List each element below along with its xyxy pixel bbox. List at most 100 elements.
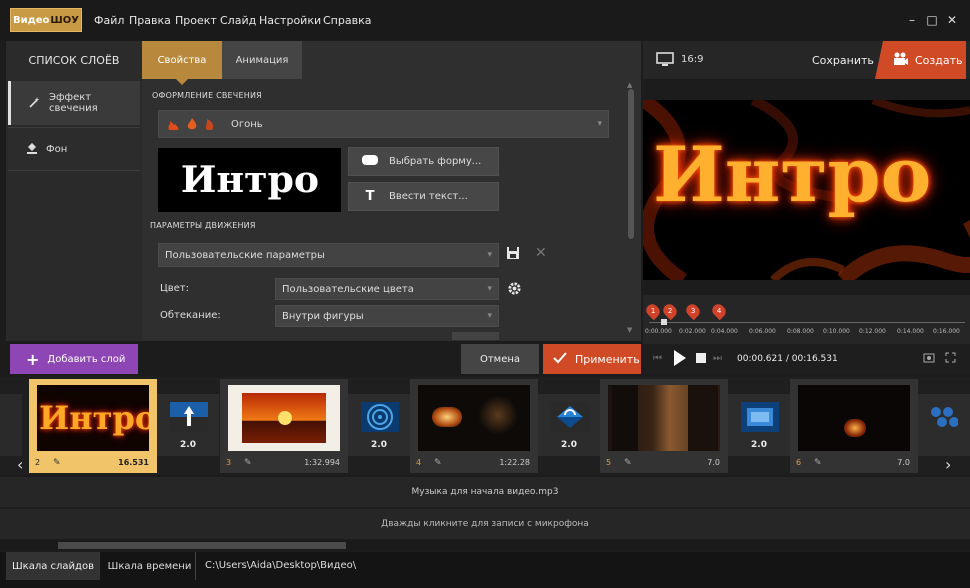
stop-icon[interactable] [696,353,706,363]
fire-icons [167,117,217,131]
layer-item-background[interactable]: Фон [8,127,140,171]
timeline-scrollbar-thumb[interactable] [58,542,346,549]
plus-icon: + [26,349,40,369]
add-layer-button[interactable]: + Добавить слой [10,344,138,374]
slide-thumbnail [608,385,720,451]
transition-arrow-icon [170,402,208,432]
menu-settings[interactable]: Настройки [259,14,321,27]
menu-project[interactable]: Проект [175,14,217,27]
slide-card[interactable]: 3 ✎ 1:32.994 [220,379,348,473]
glow-shape-text: Интро [180,159,319,201]
tab-animation[interactable]: Анимация [222,41,302,79]
hidden-field-edge [452,332,499,340]
app-logo: Видео ШОУ [10,8,82,32]
time-readout: 00:00.621 / 00:16.531 [737,354,838,364]
tick-label: 0:12.000 [859,328,886,335]
layer-item-glow[interactable]: Эффект свечения [8,81,140,125]
properties-scrollbar[interactable] [628,89,634,239]
transition-item[interactable]: 2.0 [348,394,410,456]
motion-preset-dropdown[interactable]: Пользовательские параметры [158,243,499,267]
hexagon-pattern-icon [931,407,958,427]
transition-duration: 2.0 [751,440,767,450]
music-track-label: Музыка для начала видео.mp3 [411,487,559,497]
slide-card[interactable]: 6 ✎ 7.0 [790,379,918,473]
apply-button[interactable]: Применить [543,344,641,374]
next-slide-edge [918,394,970,456]
save-preset-icon[interactable] [506,246,520,263]
menu-edit[interactable]: Правка [129,14,171,27]
aspect-ratio[interactable]: 16:9 [681,54,703,65]
glow-section-title: ОФОРМЛЕНИЕ СВЕЧЕНИЯ [152,91,262,100]
minimize-button[interactable]: – [905,13,919,27]
slide-thumbnail: Интро [37,385,149,451]
edit-pencil-icon[interactable]: ✎ [244,458,252,468]
tick-label: 0:02.000 [679,328,706,335]
maximize-button[interactable]: □ [925,13,939,27]
mic-track-label: Дважды кликните для записи с микрофона [381,519,589,529]
motion-preset-value: Пользовательские параметры [165,249,325,261]
tab-properties[interactable]: Свойства [142,41,222,85]
slide-number: 5 [606,458,612,467]
scroll-down-icon[interactable]: ▼ [627,326,632,334]
video-preview[interactable]: Интро [643,100,970,280]
marker-2[interactable]: 2 [660,301,680,321]
flow-dropdown[interactable]: Внутри фигуры [275,305,499,327]
tick-label: 0:14.000 [897,328,924,335]
play-icon[interactable] [673,349,687,370]
transition-item[interactable]: 2.0 [728,394,790,456]
fullscreen-icon[interactable] [945,352,956,366]
wand-icon [29,96,41,111]
edit-pencil-icon[interactable]: ✎ [434,458,442,468]
layer-label-glow: Эффект свечения [49,92,98,114]
tick-label: 0:16.000 [933,328,960,335]
snapshot-camera-icon[interactable] [923,352,935,366]
edit-pencil-icon[interactable]: ✎ [53,458,61,468]
marker-1[interactable]: 1 [643,301,663,321]
choose-shape-button[interactable]: Выбрать форму... [348,147,499,176]
close-button[interactable]: ✕ [945,13,959,27]
enter-text-button[interactable]: T Ввести текст... [348,182,499,211]
slide-number: 4 [416,458,422,467]
slide-duration: 7.0 [897,458,910,467]
properties-panel: Свойства Анимация ОФОРМЛЕНИЕ СВЕЧЕНИЯ Ог… [142,41,641,341]
tab-slide-scale[interactable]: Шкала слайдов [6,552,100,580]
glow-preset-dropdown[interactable]: Огонь [158,110,609,138]
next-icon[interactable]: ⏭ [713,353,722,364]
scroll-left-arrow-icon[interactable]: ‹ [17,455,23,474]
slide-duration: 16.531 [118,458,149,467]
edit-pencil-icon[interactable]: ✎ [624,458,632,468]
transition-item[interactable]: 2.0 [157,394,219,456]
scroll-up-icon[interactable]: ▲ [627,81,632,89]
text-icon: T [365,189,375,204]
slide-duration: 1:22.28 [499,458,530,467]
color-dropdown[interactable]: Пользовательские цвета [275,278,499,300]
menu-slide[interactable]: Слайд [220,14,256,27]
transition-duration: 2.0 [561,440,577,450]
marker-4[interactable]: 4 [709,301,729,321]
slide-card[interactable]: Интро 2 ✎ 16.531 [29,379,157,473]
color-label: Цвет: [160,283,190,294]
marker-3[interactable]: 3 [683,301,703,321]
music-track[interactable]: Музыка для начала видео.mp3 [0,477,970,507]
layers-panel: СПИСОК СЛОЁВ Эффект свечения Фон [6,41,142,341]
slide-card[interactable]: 5 ✎ 7.0 [600,379,728,473]
save-button[interactable]: Сохранить [812,54,874,67]
logo-part-2: ШОУ [50,14,79,26]
playhead[interactable] [661,319,667,325]
cancel-button[interactable]: Отмена [461,344,539,374]
delete-preset-icon[interactable]: ✕ [535,245,547,261]
color-settings-gear-icon[interactable] [507,281,522,299]
project-path: C:\Users\Aida\Desktop\Видео\ [205,560,357,571]
transition-item[interactable]: 2.0 [538,394,600,456]
tab-timeline[interactable]: Шкала времени [104,552,196,580]
shape-icon [361,154,379,169]
menu-file[interactable]: Файл [94,14,124,27]
scroll-right-arrow-icon[interactable]: › [945,455,951,474]
timeline-scrubber[interactable]: 1 2 3 4 0:00.000 0:02.000 0:04.000 0:06.… [643,295,970,345]
menu-help[interactable]: Справка [323,14,371,27]
prev-icon[interactable]: ⏮ [653,353,662,364]
edit-pencil-icon[interactable]: ✎ [814,458,822,468]
create-button[interactable]: Создать [875,41,966,79]
mic-record-track[interactable]: Дважды кликните для записи с микрофона [0,509,970,539]
slide-card[interactable]: 4 ✎ 1:22.28 [410,379,538,473]
